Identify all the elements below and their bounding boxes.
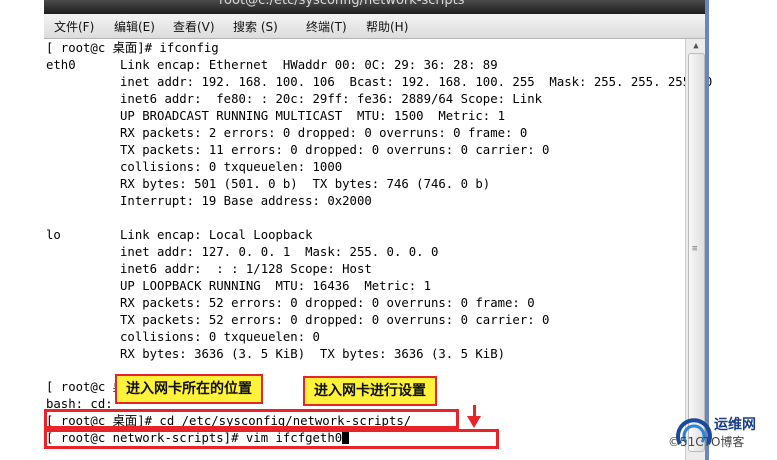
terminal-line: RX bytes: 501 (501. 0 b) TX bytes: 746 (…: [46, 177, 491, 191]
window-title: root@c:/etc/sysconfig/network-scripts: [219, 0, 465, 8]
window-titlebar[interactable]: root@c:/etc/sysconfig/network-scripts: [44, 0, 705, 14]
terminal-line: collisions: 0 txqueuelen: 0: [46, 330, 320, 344]
menu-view[interactable]: 查看(V): [173, 18, 215, 35]
scrollbar-thumb[interactable]: ≡: [688, 53, 705, 452]
terminal-line: inet6 addr: : : 1/128 Scope: Host: [46, 262, 372, 276]
terminal-line: inet addr: 127. 0. 0. 1 Mask: 255. 0. 0.…: [46, 245, 439, 259]
vertical-scrollbar[interactable]: ▲ ≡: [685, 39, 706, 460]
terminal-line: Interrupt: 19 Base address: 0x2000: [46, 194, 372, 208]
menu-terminal[interactable]: 终端(T): [306, 18, 347, 35]
menu-edit[interactable]: 编辑(E): [114, 18, 155, 35]
grip-icon: ≡: [692, 244, 698, 254]
menu-search[interactable]: 搜索 (S): [233, 18, 278, 35]
cd-command-highlight: [44, 409, 459, 429]
vim-command-highlight: [44, 429, 499, 449]
menu-bar: 文件(F) 编辑(E) 查看(V) 搜索 (S) 终端(T) 帮助(H): [44, 14, 705, 39]
terminal-line: RX packets: 2 errors: 0 dropped: 0 overr…: [46, 126, 528, 140]
watermark-logo: 运维网 ©51CTO博客: [668, 410, 777, 460]
terminal-line: inet6 addr: fe80: : 20c: 29ff: fe36: 288…: [46, 92, 543, 106]
terminal-line: collisions: 0 txqueuelen: 1000: [46, 160, 343, 174]
terminal-line: TX packets: 52 errors: 0 dropped: 0 over…: [46, 313, 550, 327]
terminal-line: eth0 Link encap: Ethernet HWaddr 00: 0C:…: [46, 58, 498, 72]
scroll-up-arrow-icon[interactable]: ▲: [686, 39, 706, 53]
terminal-line: UP BROADCAST RUNNING MULTICAST MTU: 1500…: [46, 109, 506, 123]
menu-help[interactable]: 帮助(H): [366, 18, 408, 35]
callout-nic-config: 进入网卡进行设置: [303, 376, 437, 406]
watermark-domain: ©51CTO博客: [668, 435, 745, 449]
terminal-line: TX packets: 11 errors: 0 dropped: 0 over…: [46, 143, 550, 157]
terminal-line: UP LOOPBACK RUNNING MTU: 16436 Metric: 1: [46, 279, 431, 293]
terminal-line: [ root@c 桌: [46, 380, 125, 394]
terminal-line: [ root@c 桌面]# ifconfig: [46, 41, 219, 55]
terminal-line: RX bytes: 3636 (3. 5 KiB) TX bytes: 3636…: [46, 347, 506, 361]
arrow-down-icon: [467, 416, 481, 428]
terminal-line: inet addr: 192. 168. 100. 106 Bcast: 192…: [46, 75, 713, 89]
terminal-line: lo Link encap: Local Loopback: [46, 228, 313, 242]
terminal-line: RX packets: 52 errors: 0 dropped: 0 over…: [46, 296, 535, 310]
watermark-brand: 运维网: [714, 417, 756, 433]
menu-file[interactable]: 文件(F): [54, 18, 94, 35]
desktop-background: [705, 0, 709, 460]
callout-nic-location: 进入网卡所在的位置: [115, 374, 263, 404]
